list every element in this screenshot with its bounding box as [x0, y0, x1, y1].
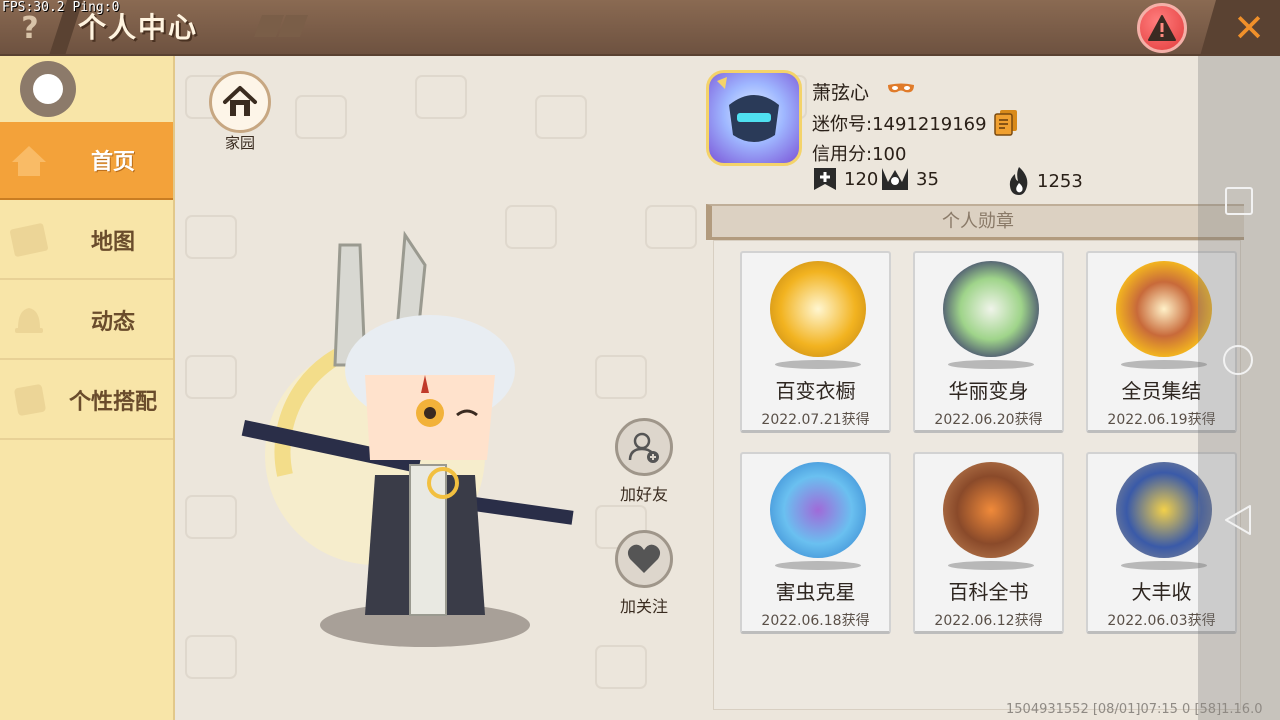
add-friend-label: 加好友	[619, 485, 668, 504]
medal-shadow	[948, 561, 1034, 570]
homeland-button[interactable]	[209, 71, 271, 133]
robot-helmet-icon	[717, 77, 779, 142]
medals-header: 个人勋章	[706, 204, 1244, 240]
medal-shadow	[1121, 561, 1207, 570]
sidebar-item-label: 首页	[90, 150, 135, 175]
title-bar: ? 个人中心	[0, 0, 1280, 56]
medal-card[interactable]: 害虫克星 2022.06.18获得	[740, 452, 891, 634]
medal-shadow	[775, 561, 861, 570]
stat-popularity: 1253	[1007, 166, 1083, 196]
medal-card[interactable]: 华丽变身 2022.06.20获得	[913, 251, 1064, 433]
copy-id-button[interactable]	[993, 108, 1019, 140]
radio-dot-icon	[33, 74, 63, 104]
copy-icon	[994, 110, 1017, 136]
sidebar-item-label: 地图	[90, 230, 135, 255]
house-icon	[223, 86, 257, 116]
medal-date: 2022.06.12获得	[934, 613, 1043, 629]
costume-icon	[14, 384, 46, 416]
medal-shadow	[1121, 360, 1207, 369]
mask-icon	[888, 83, 914, 93]
toggle-button[interactable]	[20, 61, 76, 117]
medal-date: 2022.06.20获得	[934, 412, 1043, 428]
profile-id: 迷你号:1491219169	[812, 114, 987, 135]
medal-card[interactable]: 百变衣橱 2022.07.21获得	[740, 251, 891, 433]
question-mark-icon: ?	[21, 10, 39, 46]
medal-card[interactable]: 百科全书 2022.06.12获得	[913, 452, 1064, 634]
medal-shadow	[948, 360, 1034, 369]
build-info: 1504931552 [08/01]07:15 0 [58]1.16.0	[1006, 702, 1263, 717]
warning-icon	[1148, 15, 1176, 41]
bell-icon	[15, 308, 43, 333]
system-nav-bar	[1198, 56, 1280, 720]
character-avatar	[241, 230, 574, 647]
report-button[interactable]	[1137, 3, 1187, 53]
fps-readout: FPS:30.2 Ping:0	[2, 0, 119, 15]
sidebar-item-outfit[interactable]: 个性搭配	[0, 362, 173, 440]
add-friend-icon	[628, 432, 659, 463]
close-button[interactable]: ✕	[1226, 6, 1272, 50]
fps-text: FPS:30.2	[2, 0, 65, 15]
transform-medal-icon	[943, 261, 1039, 357]
encyclopedia-medal-icon	[943, 462, 1039, 558]
stat-value: 35	[916, 168, 939, 190]
recent-apps-icon[interactable]	[1224, 186, 1254, 216]
sidebar-item-label: 个性搭配	[68, 390, 157, 415]
follow-label: 加关注	[619, 597, 668, 616]
fire-icon	[1009, 167, 1028, 195]
home-tile-icon	[12, 146, 46, 176]
medal-date: 2022.06.18获得	[761, 613, 870, 629]
ping-text: Ping:0	[72, 0, 120, 15]
back-triangle-icon[interactable]	[1222, 502, 1254, 538]
pest-buster-medal-icon	[770, 462, 866, 558]
home-circle-icon[interactable]	[1221, 343, 1255, 377]
sidebar-item-map[interactable]: 地图	[0, 202, 173, 280]
medal-name: 华丽变身	[948, 379, 1029, 403]
medal-name: 百变衣橱	[775, 379, 856, 403]
stat-likes: 120	[812, 166, 878, 192]
sidebar-item-label: 动态	[90, 310, 135, 335]
trophy-icon	[882, 168, 908, 190]
stat-value: 120	[844, 168, 879, 190]
add-friend-button[interactable]	[615, 418, 673, 476]
profile-credit: 信用分:100	[812, 144, 907, 165]
sidebar: 首页 地图 动态 个性搭配	[0, 56, 175, 720]
follow-button[interactable]	[615, 530, 673, 588]
sidebar-item-feed[interactable]: 动态	[0, 282, 173, 360]
stat-trophies: 35	[880, 166, 939, 192]
map-icon	[10, 223, 48, 257]
profile-name: 萧弦心	[812, 82, 870, 104]
sidebar-item-home[interactable]: 首页	[0, 122, 173, 200]
heart-icon	[627, 544, 661, 573]
profile-avatar[interactable]	[706, 70, 802, 166]
close-icon: ✕	[1233, 6, 1265, 50]
medal-date: 2022.07.21获得	[761, 412, 870, 428]
medal-name: 害虫克星	[775, 580, 856, 604]
wardrobe-medal-icon	[770, 261, 866, 357]
stat-value: 1253	[1037, 170, 1083, 192]
homeland-label: 家园	[224, 134, 255, 152]
plus-flag-icon	[814, 168, 836, 190]
medal-shadow	[775, 360, 861, 369]
medal-name: 百科全书	[948, 580, 1029, 604]
